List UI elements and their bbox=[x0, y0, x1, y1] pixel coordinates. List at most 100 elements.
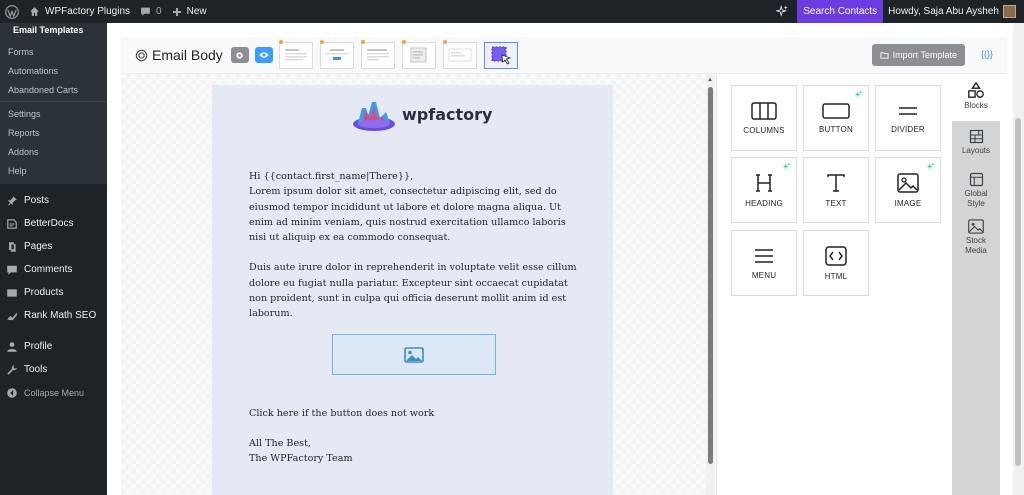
sidebar-item-products[interactable]: Products bbox=[0, 281, 107, 304]
block-divider[interactable]: DIVIDER bbox=[875, 85, 941, 151]
button-icon bbox=[822, 102, 850, 119]
avatar bbox=[1003, 5, 1016, 18]
preview-button[interactable] bbox=[254, 47, 273, 63]
submenu-item-reports[interactable]: Reports bbox=[0, 123, 107, 142]
new-label: New bbox=[186, 6, 207, 17]
blocks-panel: COLUMNS BUTTON DIVIDER HEADING TEXT IMAG… bbox=[716, 74, 952, 495]
sidebar-item-profile[interactable]: Profile bbox=[0, 335, 107, 358]
new-content-link[interactable]: New bbox=[167, 0, 212, 23]
email-text-block[interactable]: Hi {{contact.first_name|There}}, Lorem i… bbox=[249, 169, 584, 337]
eye-icon bbox=[259, 52, 269, 58]
button-fallback-text: Click here if the button does not work bbox=[249, 408, 435, 419]
email-logo[interactable]: wpfactory bbox=[352, 96, 492, 132]
collapse-icon bbox=[7, 387, 17, 398]
wpfactory-logo-icon bbox=[353, 102, 395, 131]
canvas-scrollbar-thumb[interactable] bbox=[708, 87, 713, 464]
page-scrollbar-thumb[interactable] bbox=[1015, 118, 1021, 466]
tab-layouts[interactable]: Layouts bbox=[952, 129, 1000, 169]
signoff-line-1: All The Best, bbox=[249, 438, 311, 449]
home-icon bbox=[30, 7, 39, 16]
tab-label: Stock Media bbox=[965, 236, 987, 255]
search-contacts-button[interactable]: Search Contacts bbox=[797, 0, 884, 23]
submenu-item-automations[interactable]: Automations bbox=[0, 61, 107, 80]
site-name-link[interactable]: WPFactory Plugins bbox=[24, 0, 135, 23]
email-preview[interactable]: wpfactory Hi {{contact.first_name|There}… bbox=[212, 85, 613, 495]
sidebar-item-label: BetterDocs bbox=[24, 218, 74, 229]
sidebar-item-pages[interactable]: Pages bbox=[0, 235, 107, 258]
submenu-item-addons[interactable]: Addons bbox=[0, 142, 107, 161]
pin-icon bbox=[7, 195, 17, 206]
template-thumb-blank-selected[interactable] bbox=[483, 41, 518, 69]
email-paragraph-2: Duis aute irure dolor in reprehenderit i… bbox=[249, 262, 577, 320]
email-body-toolbar: Email Body Import Template {{}} bbox=[121, 37, 1007, 74]
folder-icon bbox=[880, 51, 889, 59]
sidebar-item-tools[interactable]: Tools bbox=[0, 358, 107, 381]
scroll-up-arrow-icon[interactable]: ▲ bbox=[707, 77, 713, 83]
crm-submenu: Email Templates Forms Automations Abando… bbox=[0, 23, 107, 184]
template-thumb-2[interactable] bbox=[319, 39, 354, 69]
blank-template-icon bbox=[491, 46, 512, 65]
plus-icon bbox=[172, 7, 181, 16]
import-template-label: Import Template bbox=[892, 50, 957, 60]
template-thumb-4[interactable] bbox=[401, 39, 436, 69]
template-preview-icon bbox=[410, 47, 427, 63]
howdy-account-link[interactable]: Howdy, Saja Abu Aysheh bbox=[883, 0, 1024, 23]
block-label: COLUMNS bbox=[743, 125, 785, 135]
block-label: MENU bbox=[751, 270, 777, 280]
sidebar-item-posts[interactable]: Posts bbox=[0, 189, 107, 212]
block-text[interactable]: TEXT bbox=[803, 157, 869, 223]
template-preview-icon bbox=[284, 49, 307, 61]
block-columns[interactable]: COLUMNS bbox=[731, 85, 797, 151]
import-template-button[interactable]: Import Template bbox=[871, 44, 965, 66]
sidebar-item-label: Posts bbox=[24, 195, 50, 206]
submenu-item-help[interactable]: Help bbox=[0, 161, 107, 180]
sidebar-item-rank-math-seo[interactable]: Rank Math SEO bbox=[0, 304, 107, 327]
collapse-menu-button[interactable]: Collapse Menu bbox=[0, 381, 107, 404]
media-icon bbox=[968, 219, 984, 234]
submenu-item-forms[interactable]: Forms bbox=[0, 42, 107, 61]
comment-icon bbox=[141, 7, 150, 16]
wordpress-logo-icon[interactable] bbox=[0, 0, 24, 23]
tab-blocks[interactable]: Blocks bbox=[952, 74, 1000, 121]
submenu-item-settings[interactable]: Settings bbox=[0, 104, 107, 123]
tab-stock-media[interactable]: Stock Media bbox=[952, 219, 1000, 264]
submenu-item-abandoned-carts[interactable]: Abandoned Carts bbox=[0, 80, 107, 99]
site-name: WPFactory Plugins bbox=[45, 6, 131, 17]
howdy-text: Howdy, Saja Abu Aysheh bbox=[888, 6, 999, 17]
tab-label: Global Style bbox=[964, 189, 988, 208]
tab-global-style[interactable]: Global Style bbox=[952, 172, 1000, 217]
sidebar-item-label: Rank Math SEO bbox=[24, 310, 97, 321]
email-paragraph-1: Lorem ipsum dolor sit amet, consectetur … bbox=[249, 186, 566, 244]
block-button[interactable]: BUTTON bbox=[803, 85, 869, 151]
submenu-item-email-templates[interactable]: Email Templates bbox=[0, 23, 107, 42]
block-heading[interactable]: HEADING bbox=[731, 157, 797, 223]
template-thumb-3[interactable] bbox=[360, 39, 395, 69]
template-thumb-1[interactable] bbox=[278, 39, 313, 69]
merge-tags-button[interactable]: {{}} bbox=[981, 49, 993, 59]
divider-icon bbox=[899, 106, 917, 115]
sidebar-item-betterdocs[interactable]: BetterDocs bbox=[0, 212, 107, 235]
ai-sparkle-icon[interactable] bbox=[771, 0, 797, 23]
image-icon bbox=[404, 346, 424, 363]
email-greeting: Hi {{contact.first_name|There}}, bbox=[249, 171, 414, 182]
image-block-placeholder[interactable] bbox=[332, 334, 496, 375]
comments-link[interactable]: 0 bbox=[135, 0, 167, 23]
email-body-icon bbox=[135, 49, 148, 61]
columns-icon bbox=[751, 101, 777, 120]
sidebar-item-label: Pages bbox=[24, 241, 53, 252]
tab-label: Layouts bbox=[961, 146, 991, 155]
gear-icon bbox=[236, 51, 243, 59]
pages-icon bbox=[9, 241, 16, 252]
email-footer-text[interactable]: Click here if the button does not work A… bbox=[249, 406, 434, 466]
block-image[interactable]: IMAGE bbox=[875, 157, 941, 223]
template-thumb-5[interactable] bbox=[442, 39, 477, 69]
sidebar-item-comments[interactable]: Comments bbox=[0, 258, 107, 281]
admin-sidebar: Email Templates Forms Automations Abando… bbox=[0, 23, 107, 495]
settings-gear-button[interactable] bbox=[230, 47, 249, 63]
template-preview-icon bbox=[366, 49, 389, 61]
email-canvas[interactable]: wpfactory Hi {{contact.first_name|There}… bbox=[121, 74, 713, 495]
block-html[interactable]: HTML bbox=[803, 230, 869, 296]
block-menu[interactable]: MENU bbox=[731, 230, 797, 296]
tab-label: Blocks bbox=[964, 101, 988, 110]
ai-sparkle-icon bbox=[782, 162, 791, 170]
